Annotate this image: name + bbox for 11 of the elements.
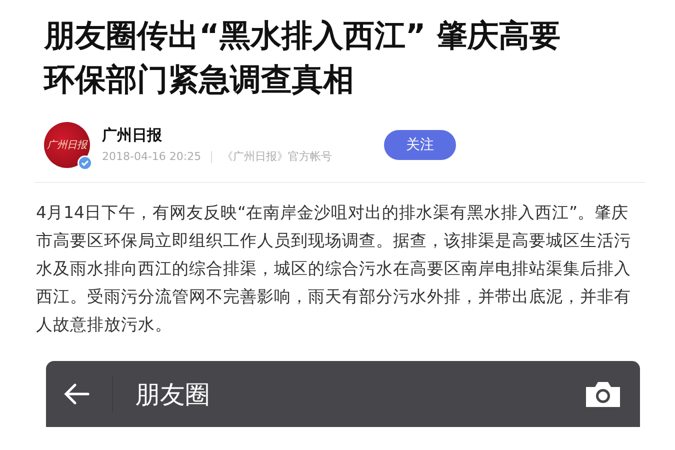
article-title-line: 环保部门紧急调查真相 (44, 61, 355, 100)
publish-time: 2018-04-16 20:25 (102, 150, 202, 163)
article-paragraph: 4月14日下午，有网友反映“在南岸金沙咀对出的排水渠有黑水排入西江”。肇庆市高要区环保局立即组织工作人员到现场调查。据查，该排渠是高要城区生活污水及雨水排向西江的综合排渠，城区的综合污水在高要区南岸电排站渠集后排入西江。受雨污分流管网不完善影响，雨天有部分污水外排，并带出底泥，并非有人故意排放污水。 (36, 202, 632, 336)
camera-icon[interactable] (584, 379, 622, 409)
article-title-line: 朋友圈传出“黑水排入西江” 肇庆高要 (44, 17, 562, 56)
avatar-logo-text: 广州日报 (47, 138, 87, 152)
account-label: 《广州日报》官方帐号 (222, 149, 332, 164)
author-name: 广州日报 (102, 126, 163, 145)
screen-title: 朋友圈 (135, 378, 211, 410)
follow-button[interactable]: 关注 (384, 130, 456, 160)
back-arrow-icon[interactable] (64, 383, 90, 405)
